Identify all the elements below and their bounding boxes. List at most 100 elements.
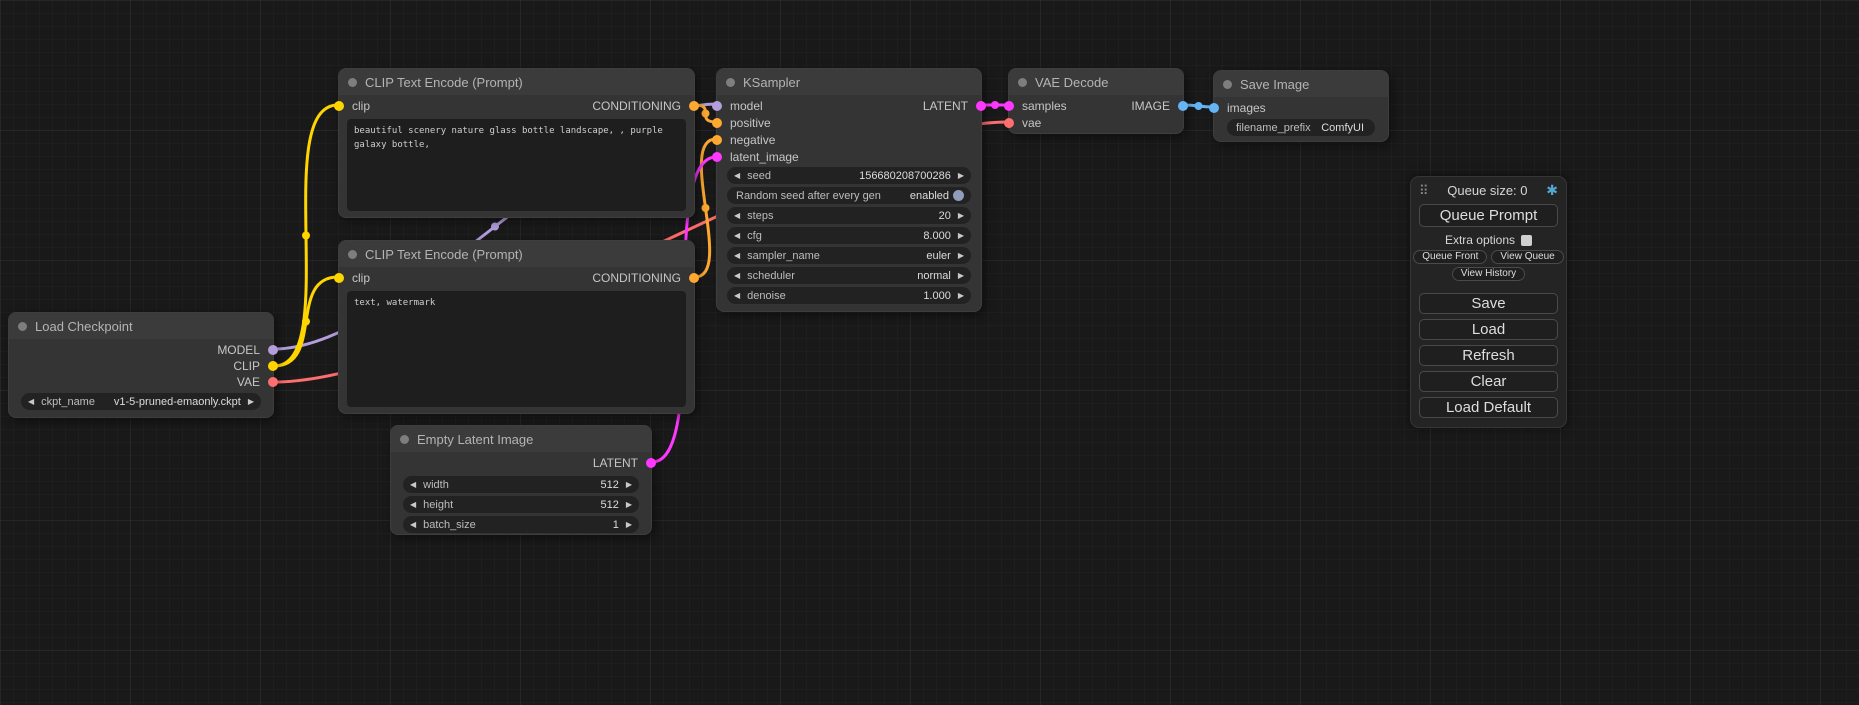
view-history-button[interactable]: View History (1452, 267, 1525, 281)
decrement-arrow-icon[interactable]: ◀ (28, 397, 34, 406)
save-button[interactable]: Save (1419, 293, 1558, 314)
node-clip-text-encode-positive[interactable]: CLIP Text Encode (Prompt) clip CONDITION… (338, 68, 695, 218)
increment-arrow-icon[interactable]: ▶ (626, 520, 632, 529)
node-load-checkpoint[interactable]: Load Checkpoint MODEL CLIP VAE ◀ ckpt_na… (8, 312, 274, 418)
decrement-arrow-icon[interactable]: ◀ (410, 500, 416, 509)
input-slot-positive[interactable]: positive (717, 115, 771, 131)
vae-port-dot[interactable] (268, 377, 278, 387)
conditioning-port-dot[interactable] (712, 118, 722, 128)
widget-steps[interactable]: ◀ steps 20 ▶ (727, 207, 971, 224)
extra-options-checkbox[interactable] (1521, 235, 1532, 246)
conditioning-port-dot[interactable] (689, 101, 699, 111)
node-collapse-dot[interactable] (18, 322, 27, 331)
latent-port-dot[interactable] (712, 152, 722, 162)
output-slot-latent[interactable]: LATENT (923, 98, 981, 114)
clip-port-dot[interactable] (334, 101, 344, 111)
node-graph-canvas[interactable]: Load Checkpoint MODEL CLIP VAE ◀ ckpt_na… (0, 0, 1859, 705)
widget-random-seed[interactable]: Random seed after every gen enabled (727, 187, 971, 204)
vae-port-dot[interactable] (1004, 118, 1014, 128)
node-header[interactable]: CLIP Text Encode (Prompt) (339, 69, 694, 95)
queue-prompt-button[interactable]: Queue Prompt (1419, 204, 1558, 227)
node-header[interactable]: KSampler (717, 69, 981, 95)
model-port-dot[interactable] (268, 345, 278, 355)
decrement-arrow-icon[interactable]: ◀ (734, 251, 740, 260)
queue-front-button[interactable]: Queue Front (1413, 250, 1487, 264)
node-header[interactable]: Empty Latent Image (391, 426, 651, 452)
increment-arrow-icon[interactable]: ▶ (958, 271, 964, 280)
node-collapse-dot[interactable] (400, 435, 409, 444)
input-slot-vae[interactable]: vae (1009, 115, 1041, 131)
load-button[interactable]: Load (1419, 319, 1558, 340)
widget-ckpt-name[interactable]: ◀ ckpt_name v1-5-pruned-emaonly.ckpt ▶ (21, 393, 261, 410)
negative-prompt-textarea[interactable]: text, watermark (347, 291, 686, 407)
input-slot-clip[interactable]: clip (339, 98, 370, 114)
input-slot-samples[interactable]: samples (1009, 98, 1067, 114)
image-port-dot[interactable] (1209, 103, 1219, 113)
output-slot-conditioning[interactable]: CONDITIONING (592, 98, 694, 114)
decrement-arrow-icon[interactable]: ◀ (734, 171, 740, 180)
conditioning-port-dot[interactable] (689, 273, 699, 283)
node-collapse-dot[interactable] (1018, 78, 1027, 87)
decrement-arrow-icon[interactable]: ◀ (734, 271, 740, 280)
increment-arrow-icon[interactable]: ▶ (958, 251, 964, 260)
node-header[interactable]: CLIP Text Encode (Prompt) (339, 241, 694, 267)
clear-button[interactable]: Clear (1419, 371, 1558, 392)
widget-sampler-name[interactable]: ◀ sampler_name euler ▶ (727, 247, 971, 264)
latent-port-dot[interactable] (646, 458, 656, 468)
increment-arrow-icon[interactable]: ▶ (248, 397, 254, 406)
node-collapse-dot[interactable] (726, 78, 735, 87)
node-vae-decode[interactable]: VAE Decode samples vae IMAGE (1008, 68, 1184, 134)
widget-seed[interactable]: ◀ seed 156680208700286 ▶ (727, 167, 971, 184)
input-slot-clip[interactable]: clip (339, 270, 370, 286)
positive-prompt-textarea[interactable]: beautiful scenery nature glass bottle la… (347, 119, 686, 211)
output-slot-image[interactable]: IMAGE (1131, 98, 1183, 114)
random-seed-toggle-dot[interactable] (953, 190, 964, 201)
increment-arrow-icon[interactable]: ▶ (626, 500, 632, 509)
decrement-arrow-icon[interactable]: ◀ (734, 291, 740, 300)
widget-batch-size[interactable]: ◀ batch_size 1 ▶ (403, 516, 639, 533)
decrement-arrow-icon[interactable]: ◀ (734, 231, 740, 240)
decrement-arrow-icon[interactable]: ◀ (734, 211, 740, 220)
load-default-button[interactable]: Load Default (1419, 397, 1558, 418)
node-save-image[interactable]: Save Image images filename_prefix ComfyU… (1213, 70, 1389, 142)
output-slot-latent[interactable]: LATENT (593, 455, 651, 471)
image-port-dot[interactable] (1178, 101, 1188, 111)
widget-height[interactable]: ◀ height 512 ▶ (403, 496, 639, 513)
settings-gear-icon[interactable]: ✱ (1546, 182, 1558, 199)
output-slot-model[interactable]: MODEL (217, 342, 273, 358)
increment-arrow-icon[interactable]: ▶ (958, 231, 964, 240)
node-header[interactable]: VAE Decode (1009, 69, 1183, 95)
latent-port-dot[interactable] (1004, 101, 1014, 111)
decrement-arrow-icon[interactable]: ◀ (410, 480, 416, 489)
widget-width[interactable]: ◀ width 512 ▶ (403, 476, 639, 493)
clip-port-dot[interactable] (268, 361, 278, 371)
refresh-button[interactable]: Refresh (1419, 345, 1558, 366)
node-header[interactable]: Load Checkpoint (9, 313, 273, 339)
increment-arrow-icon[interactable]: ▶ (958, 171, 964, 180)
clip-port-dot[interactable] (334, 273, 344, 283)
node-header[interactable]: Save Image (1214, 71, 1388, 97)
output-slot-clip[interactable]: CLIP (233, 358, 273, 374)
input-slot-negative[interactable]: negative (717, 132, 775, 148)
increment-arrow-icon[interactable]: ▶ (626, 480, 632, 489)
node-collapse-dot[interactable] (1223, 80, 1232, 89)
output-slot-conditioning[interactable]: CONDITIONING (592, 270, 694, 286)
node-empty-latent-image[interactable]: Empty Latent Image LATENT ◀ width 512 ▶ … (390, 425, 652, 535)
model-port-dot[interactable] (712, 101, 722, 111)
widget-filename-prefix[interactable]: filename_prefix ComfyUI (1227, 119, 1375, 136)
input-slot-images[interactable]: images (1214, 100, 1266, 116)
decrement-arrow-icon[interactable]: ◀ (410, 520, 416, 529)
drag-handle-icon[interactable]: ⠿ (1419, 183, 1429, 199)
node-collapse-dot[interactable] (348, 78, 357, 87)
increment-arrow-icon[interactable]: ▶ (958, 211, 964, 220)
node-ksampler[interactable]: KSampler model positive negative latent_… (716, 68, 982, 312)
increment-arrow-icon[interactable]: ▶ (958, 291, 964, 300)
output-slot-vae[interactable]: VAE (237, 374, 273, 390)
widget-scheduler[interactable]: ◀ scheduler normal ▶ (727, 267, 971, 284)
widget-cfg[interactable]: ◀ cfg 8.000 ▶ (727, 227, 971, 244)
node-collapse-dot[interactable] (348, 250, 357, 259)
input-slot-model[interactable]: model (717, 98, 763, 114)
input-slot-latent-image[interactable]: latent_image (717, 149, 799, 165)
view-queue-button[interactable]: View Queue (1491, 250, 1563, 264)
conditioning-port-dot[interactable] (712, 135, 722, 145)
